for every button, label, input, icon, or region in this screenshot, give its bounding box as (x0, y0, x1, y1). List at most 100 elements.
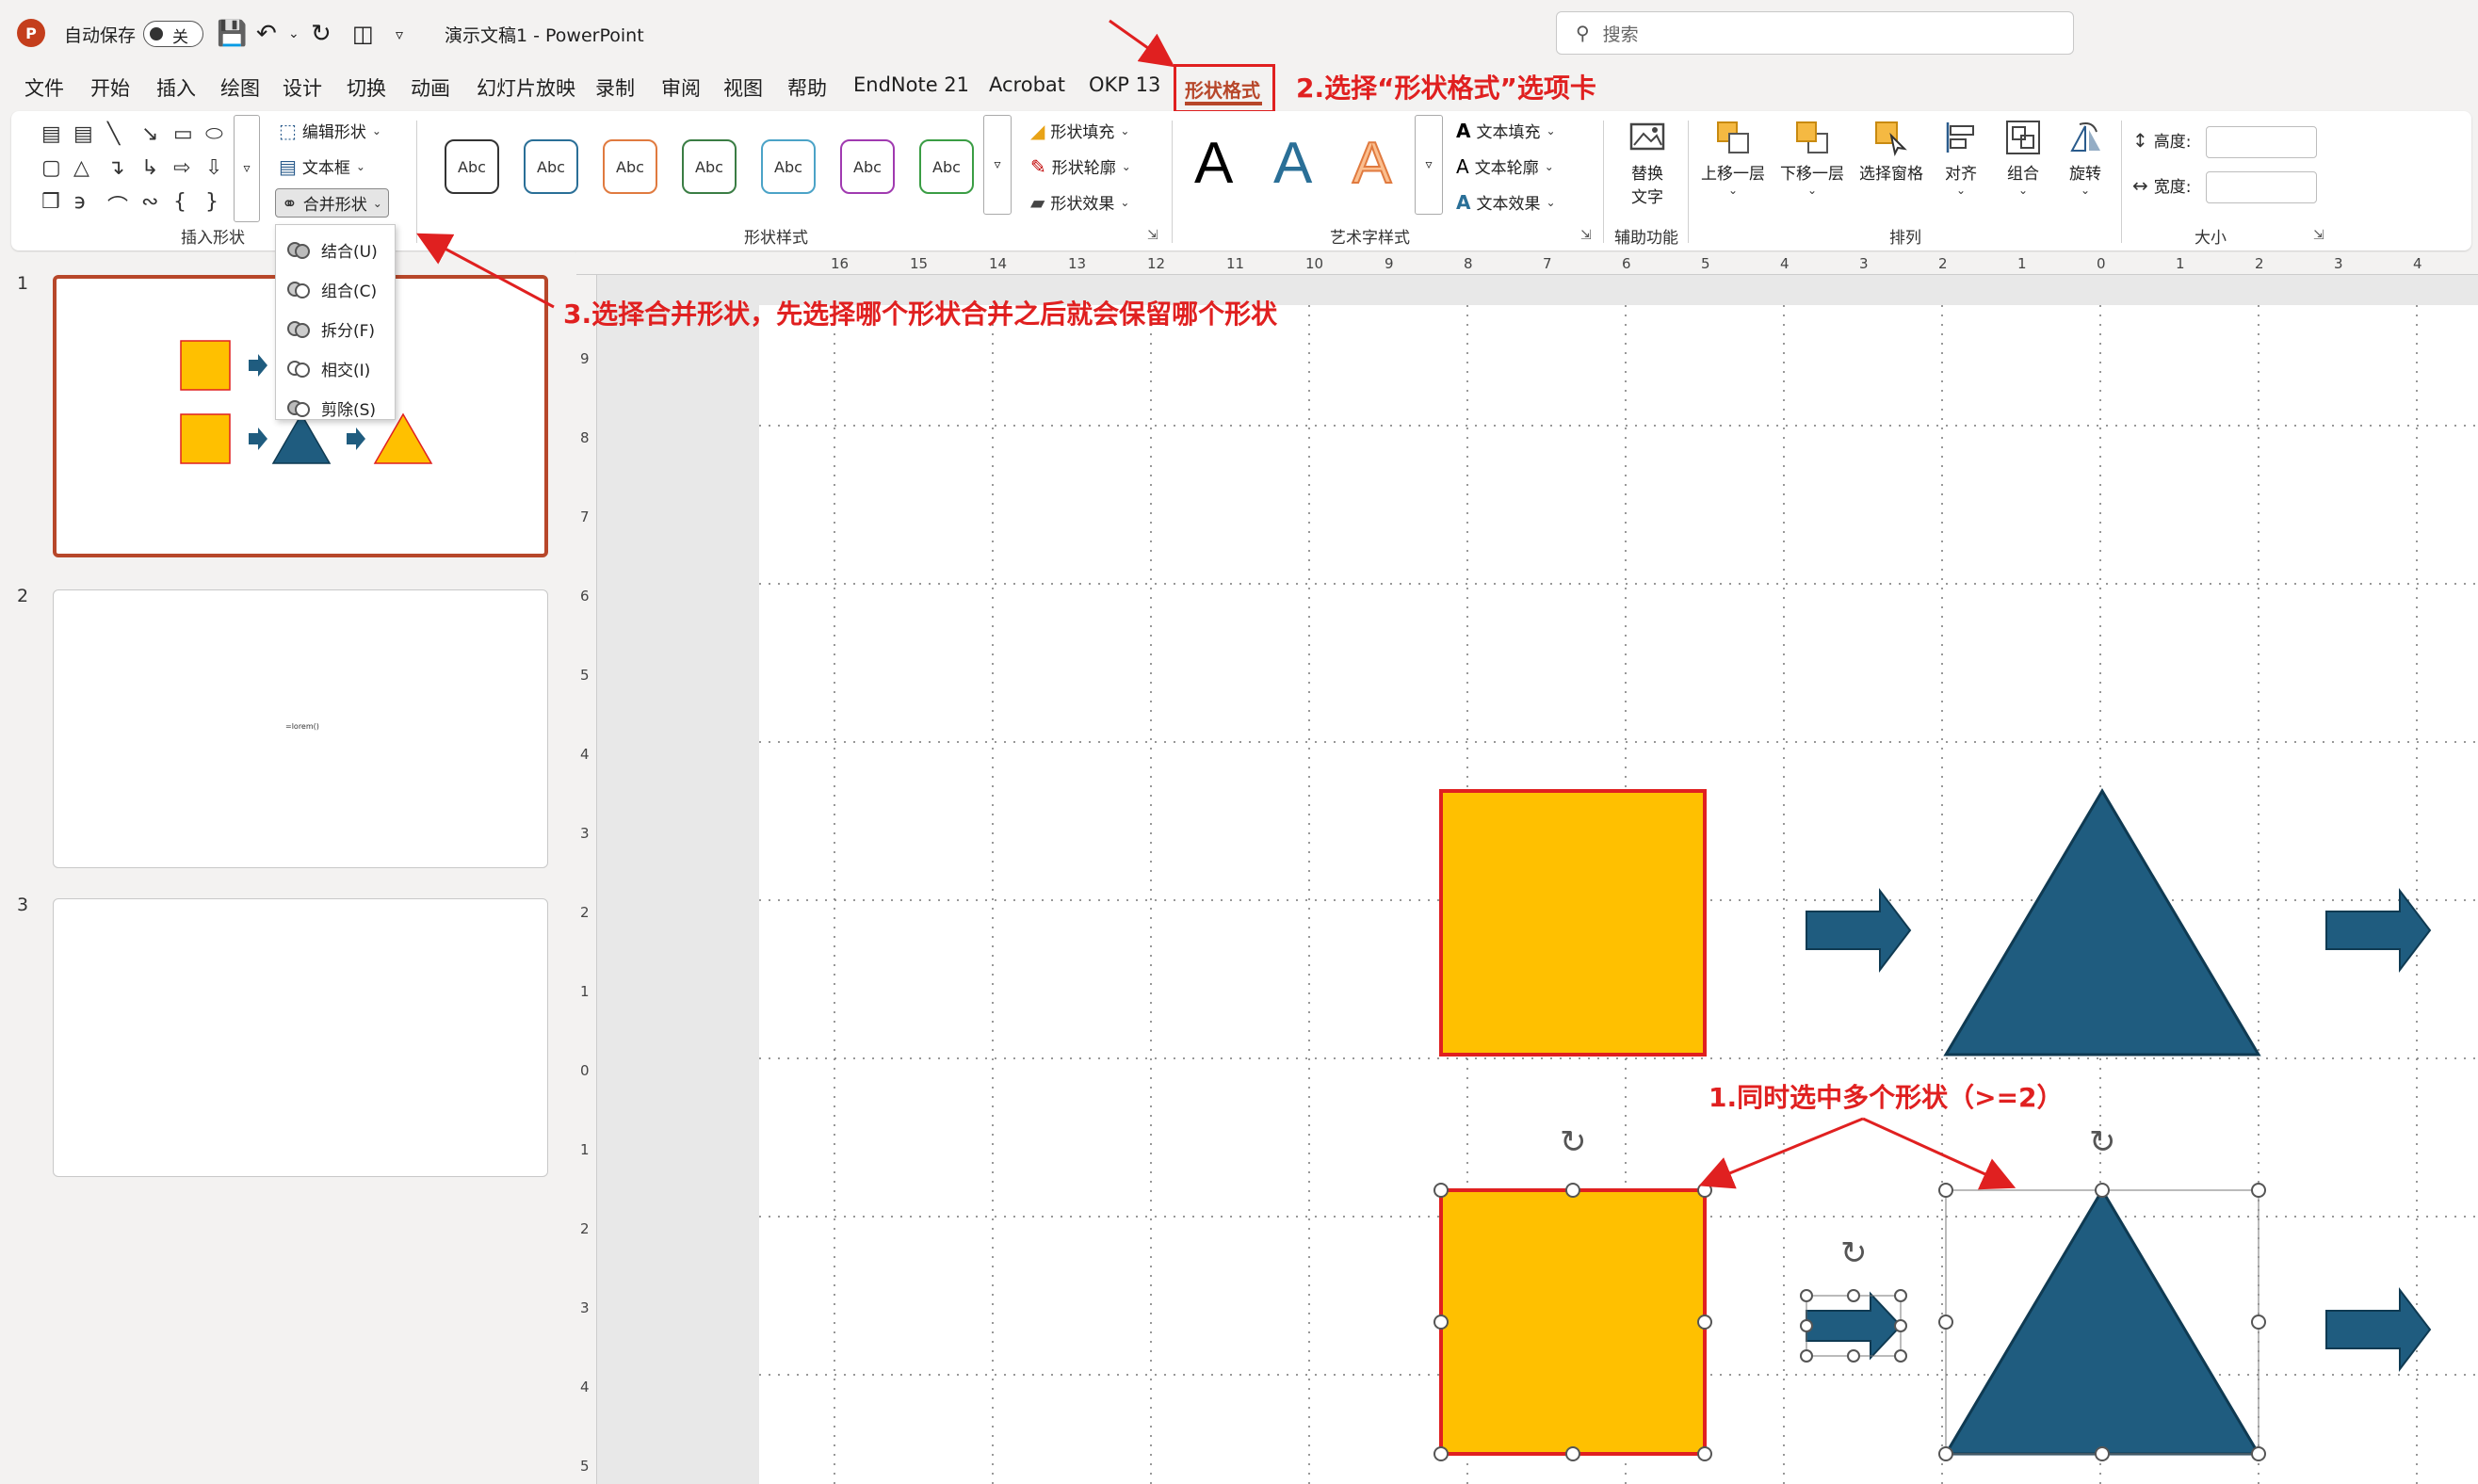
shape-fill-button[interactable]: ◢ 形状填充 ⌄ (1030, 119, 1129, 143)
text-effects-button[interactable]: A 文本效果 ⌄ (1456, 190, 1556, 215)
line-shape-icon[interactable]: ╲ (107, 122, 120, 146)
merge-shapes-icon: ⚭ (282, 191, 298, 215)
tab-record[interactable]: 录制 (595, 73, 635, 102)
alt-text-button[interactable]: 替换 文字 (1614, 119, 1680, 207)
menu-item-union[interactable]: 结合(U) (287, 238, 378, 262)
left-brace-shape-icon[interactable]: { (173, 190, 186, 214)
width-input[interactable] (2206, 171, 2317, 203)
rotate-handle-square-icon[interactable]: ↻ (1560, 1123, 1587, 1161)
slide-canvas[interactable]: ↻ ↻ ↻ (759, 305, 2478, 1484)
autosave-toggle[interactable]: 关 (143, 21, 203, 47)
right-arrow-selected[interactable] (1806, 1291, 1903, 1361)
textbox-shape-icon[interactable]: ▤ (41, 122, 61, 146)
shape-style-5[interactable]: Abc (761, 139, 816, 194)
arrow-line-shape-icon[interactable]: ↘ (141, 122, 158, 146)
right-arrow-bottom-2[interactable] (2325, 1287, 2432, 1372)
shape-styles-dialog-launcher-icon[interactable]: ⇲ (1147, 228, 1158, 243)
send-backward-button[interactable]: 下移一层 ⌄ (1773, 119, 1852, 197)
triangle-shape-icon[interactable]: △ (73, 156, 89, 180)
oval-shape-icon[interactable]: ⬭ (205, 122, 223, 146)
tab-endnote[interactable]: EndNote 21 (853, 73, 969, 96)
tab-home[interactable]: 开始 (90, 73, 130, 102)
right-arrow-top-1[interactable] (1806, 888, 1912, 973)
yellow-square-selected[interactable] (1439, 1188, 1707, 1456)
blue-triangle-selected[interactable] (1943, 1187, 2261, 1456)
shape-style-1[interactable]: Abc (445, 139, 499, 194)
shape-style-3[interactable]: Abc (603, 139, 657, 194)
tab-slideshow[interactable]: 幻灯片放映 (477, 73, 575, 102)
annotation-step-1: 1.同时选中多个形状（>=2） (1709, 1082, 2064, 1113)
bring-forward-button[interactable]: 上移一层 ⌄ (1693, 119, 1773, 197)
tab-help[interactable]: 帮助 (787, 73, 827, 102)
edit-shape-button[interactable]: ⬚ 编辑形状 ⌄ (279, 119, 381, 143)
menu-item-intersect[interactable]: 相交(I) (287, 357, 370, 380)
freeform-shape-icon[interactable]: ❒ (41, 190, 60, 214)
tab-animations[interactable]: 动画 (411, 73, 450, 102)
redo-icon[interactable]: ↻ (311, 19, 332, 49)
shape-style-7[interactable]: Abc (919, 139, 974, 194)
right-arrow-top-2[interactable] (2325, 888, 2432, 973)
shape-style-6[interactable]: Abc (840, 139, 895, 194)
menu-item-combine[interactable]: 组合(C) (287, 278, 377, 301)
shape-outline-button[interactable]: ✎ 形状轮廓 ⌄ (1030, 154, 1131, 179)
tab-review[interactable]: 审阅 (661, 73, 701, 102)
size-dialog-launcher-icon[interactable]: ⇲ (2313, 228, 2324, 243)
blue-triangle-top[interactable] (1943, 788, 2261, 1057)
merge-shapes-button[interactable]: ⚭ 合并形状 ⌄ (275, 188, 389, 218)
align-button[interactable]: 对齐 ⌄ (1933, 119, 1989, 197)
shape-fill-label: 形状填充 (1050, 123, 1115, 142)
slide-thumbnail-3[interactable] (53, 898, 548, 1177)
tab-acrobat[interactable]: Acrobat (989, 73, 1065, 96)
menu-item-subtract[interactable]: 剪除(S) (287, 396, 376, 420)
shapes-gallery[interactable]: ▤ ▤ ╲ ↘ ▭ ⬭ ▢ △ ↴ ↳ ⇨ ⇩ ❒ ϶ ⌒ ∾ { } (32, 117, 243, 222)
rounded-rectangle-shape-icon[interactable]: ▢ (41, 156, 61, 180)
selection-pane-button[interactable]: 选择窗格 (1852, 119, 1931, 184)
tab-view[interactable]: 视图 (723, 73, 763, 102)
tab-transitions[interactable]: 切换 (347, 73, 386, 102)
shape-styles-more-button[interactable]: ▿ (983, 115, 1012, 215)
text-outline-button[interactable]: A 文本轮廓 ⌄ (1456, 154, 1554, 179)
yellow-square-top[interactable] (1439, 789, 1707, 1057)
undo-icon[interactable]: ↶ (256, 19, 277, 49)
tab-shape-format[interactable]: 形状格式 (1185, 75, 1260, 103)
search-input[interactable]: ⚲ 搜索 (1556, 11, 2074, 55)
down-arrow-shape-icon[interactable]: ⇩ (205, 156, 222, 180)
elbow-arrow-shape-icon[interactable]: ↳ (141, 156, 158, 180)
vertical-textbox-shape-icon[interactable]: ▤ (73, 122, 93, 146)
right-brace-shape-icon[interactable]: } (205, 190, 219, 214)
shape-style-4[interactable]: Abc (682, 139, 737, 194)
tab-design[interactable]: 设计 (283, 73, 322, 102)
shape-effects-button[interactable]: ▰ 形状效果 ⌄ (1030, 190, 1129, 215)
shape-style-2[interactable]: Abc (524, 139, 578, 194)
slide-thumbnail-2[interactable]: =lorem() (53, 589, 548, 868)
rotate-handle-triangle-icon[interactable]: ↻ (2089, 1123, 2116, 1161)
height-input[interactable] (2206, 126, 2317, 158)
group-button[interactable]: 组合 ⌄ (1995, 119, 2051, 197)
text-box-button[interactable]: ▤ 文本框 ⌄ (279, 154, 365, 179)
menu-item-fragment[interactable]: 拆分(F) (287, 317, 375, 341)
tab-file[interactable]: 文件 (24, 73, 64, 102)
present-from-start-icon[interactable]: ◫ (352, 19, 374, 49)
rectangle-shape-icon[interactable]: ▭ (173, 122, 193, 146)
right-arrow-shape-icon[interactable]: ⇨ (173, 156, 190, 180)
tab-okp[interactable]: OKP 13 (1089, 73, 1160, 96)
tab-insert[interactable]: 插入 (156, 73, 196, 102)
wordart-more-button[interactable]: ▿ (1415, 115, 1443, 215)
curve-shape-icon[interactable]: ∾ (141, 190, 158, 214)
save-icon[interactable]: 💾 (217, 19, 247, 49)
customize-qat-icon[interactable]: ▿ (396, 19, 403, 49)
wordart-style-black[interactable]: A (1194, 130, 1233, 197)
wordart-dialog-launcher-icon[interactable]: ⇲ (1580, 228, 1592, 243)
elbow-connector-shape-icon[interactable]: ↴ (107, 156, 124, 180)
wordart-style-blue[interactable]: A (1273, 130, 1312, 197)
wordart-style-orange[interactable]: A (1352, 130, 1392, 197)
rotate-button[interactable]: 旋转 ⌄ (2057, 119, 2114, 197)
scribble-shape-icon[interactable]: ϶ (73, 190, 87, 214)
text-fill-button[interactable]: A 文本填充 ⌄ (1456, 119, 1556, 143)
group-label-insert-shapes: 插入形状 (181, 229, 245, 248)
tab-draw[interactable]: 绘图 (220, 73, 260, 102)
undo-dropdown-icon[interactable]: ⌄ (288, 19, 300, 49)
rotate-handle-arrow-icon[interactable]: ↻ (1840, 1234, 1868, 1272)
arc-shape-icon[interactable]: ⌒ (107, 190, 128, 220)
shapes-gallery-more-button[interactable]: ▿ (234, 115, 260, 222)
